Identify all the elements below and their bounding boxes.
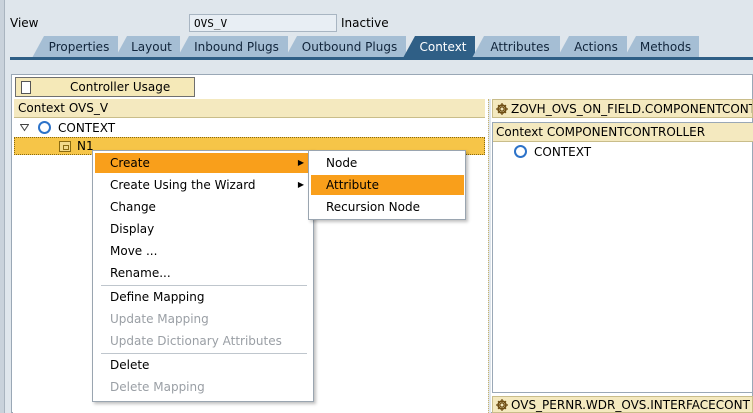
interface-controller-header: OVS_PERNR.WDR_OVS.INTERFACECONT	[492, 396, 753, 413]
tab-attributes[interactable]: Attributes	[472, 36, 560, 58]
context-node-icon	[38, 121, 51, 134]
submenu-arrow-icon: ▶	[297, 158, 304, 167]
menu-item-create-wizard[interactable]: Create Using the Wizard ▶	[95, 175, 312, 195]
controller-usage-label: Controller Usage	[70, 80, 171, 94]
panel-splitter[interactable]	[488, 99, 491, 413]
context-tree-title: Context OVS_V	[14, 99, 485, 118]
tab-strip: Properties Layout Inbound Plugs Outbound…	[10, 36, 753, 58]
menu-item-delete-mapping: Delete Mapping	[110, 380, 205, 394]
context-menu: Create ▶ Create Using the Wizard ▶ Change …	[92, 150, 314, 402]
menu-item-delete[interactable]: Delete	[95, 355, 312, 375]
component-controller-title: ZOVH_OVS_ON_FIELD.COMPONENTCONT	[511, 102, 753, 116]
menu-item-rename[interactable]: Rename...	[95, 263, 312, 283]
create-submenu: Node Attribute Recursion Node	[308, 150, 466, 220]
submenu-arrow-icon: ▶	[297, 180, 304, 189]
collapse-triangle-icon[interactable]	[20, 123, 29, 132]
right-tree-node-context[interactable]: CONTEXT	[493, 143, 753, 161]
document-icon	[21, 81, 31, 94]
context-node-icon	[514, 145, 527, 158]
controller-usage-button[interactable]: Controller Usage	[15, 77, 195, 97]
tab-methods[interactable]: Methods	[624, 36, 699, 58]
menu-separator	[101, 353, 307, 354]
left-edge-bar	[0, 0, 5, 413]
tree-node-context[interactable]: CONTEXT	[14, 119, 485, 137]
menu-item-move[interactable]: Move ...	[95, 241, 312, 261]
menu-item-define-mapping[interactable]: Define Mapping	[95, 287, 312, 307]
submenu-item-attribute[interactable]: Attribute	[311, 175, 464, 195]
view-name-field[interactable]: OVS_V	[189, 14, 337, 32]
component-context-panel	[492, 122, 753, 393]
view-label: View	[10, 16, 39, 30]
tab-layout[interactable]: Layout	[115, 36, 180, 58]
tab-properties[interactable]: Properties	[32, 36, 118, 58]
menu-item-display[interactable]: Display	[95, 219, 312, 239]
tab-inbound-plugs[interactable]: Inbound Plugs	[177, 36, 288, 58]
menu-item-create[interactable]: Create ▶	[95, 153, 312, 173]
view-status: Inactive	[341, 16, 389, 30]
interface-controller-title: OVS_PERNR.WDR_OVS.INTERFACECONT	[511, 398, 750, 412]
web-dynpro-component-icon	[496, 103, 508, 115]
menu-separator	[101, 285, 307, 286]
tree-node-label: CONTEXT	[58, 121, 116, 135]
web-dynpro-component-icon	[496, 399, 508, 411]
component-context-title: Context COMPONENTCONTROLLER	[493, 123, 753, 142]
menu-item-change[interactable]: Change	[95, 197, 312, 217]
menu-item-update-mapping: Update Mapping	[110, 312, 209, 326]
submenu-item-node[interactable]: Node	[311, 153, 464, 173]
tab-outbound-plugs[interactable]: Outbound Plugs	[285, 36, 406, 58]
tab-actions[interactable]: Actions	[557, 36, 627, 58]
component-controller-header: ZOVH_OVS_ON_FIELD.COMPONENTCONT	[492, 99, 753, 118]
submenu-item-recursion-node[interactable]: Recursion Node	[311, 197, 464, 217]
tree-node-label: CONTEXT	[534, 145, 592, 159]
menu-item-update-dictionary-attributes: Update Dictionary Attributes	[110, 334, 282, 348]
node-folder-icon	[59, 141, 71, 152]
tab-context[interactable]: Context	[403, 36, 475, 58]
